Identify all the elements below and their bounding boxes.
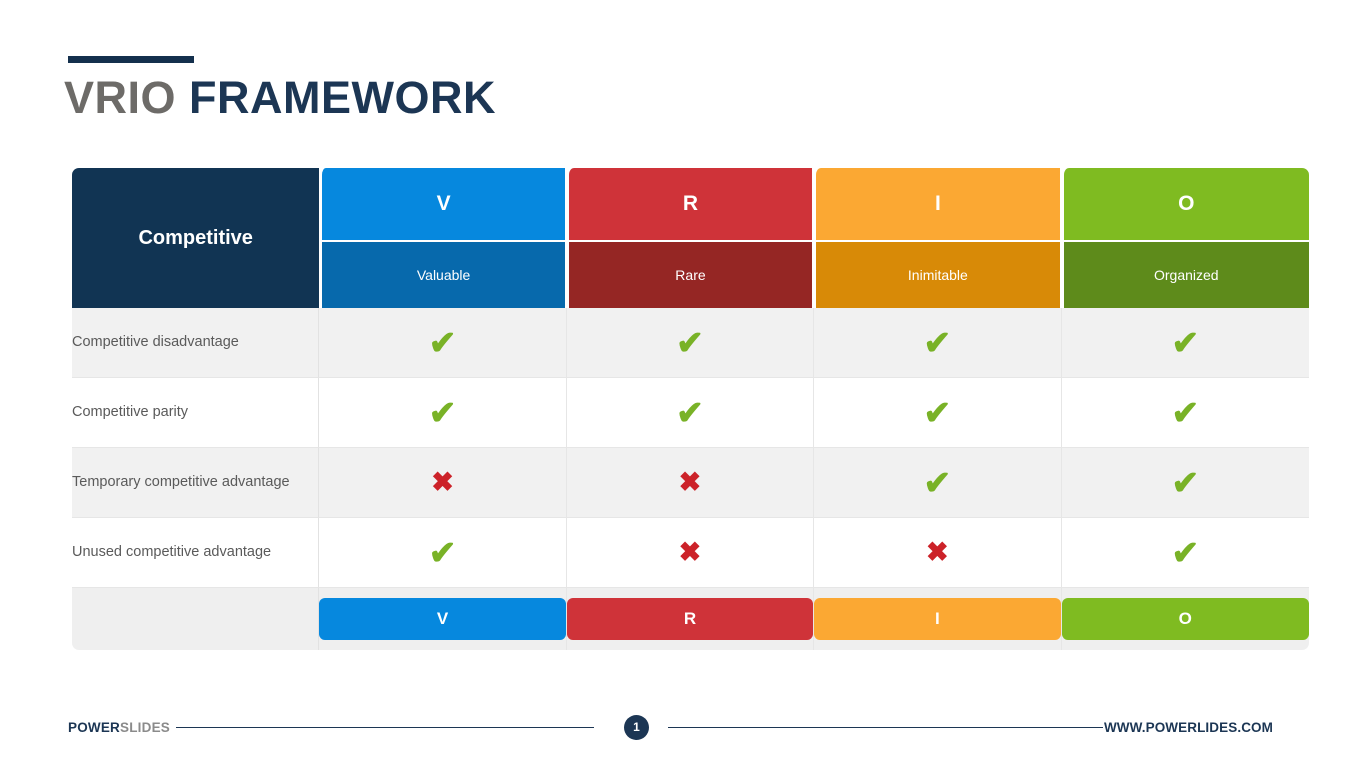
footer-cell-o: O xyxy=(1061,588,1309,650)
footer-divider-left xyxy=(176,727,594,728)
row-label-temporary-competitive-advantage: Temporary competitive advantage xyxy=(72,448,320,518)
cell-r2-c1: ✖ xyxy=(566,448,815,518)
vrio-matrix-table: Competitive V R I O Valuable Rare Inimit… xyxy=(72,168,1309,650)
cell-r0-c2: ✔ xyxy=(814,308,1062,378)
footer-button-v[interactable]: V xyxy=(319,598,566,640)
brand-part-power: POWER xyxy=(68,720,121,735)
title-accent-bar xyxy=(68,56,194,63)
footer-cell-r: R xyxy=(566,588,815,650)
footer-row-empty-label xyxy=(72,588,320,650)
check-icon: ✔ xyxy=(1171,464,1200,501)
column-header-letter-v: V xyxy=(319,168,567,240)
footer-button-i[interactable]: I xyxy=(814,598,1061,640)
cell-r3-c0: ✔ xyxy=(319,518,567,588)
brand-logo: POWERSLIDES xyxy=(68,720,170,735)
column-header-word-organized: Organized xyxy=(1061,240,1309,308)
check-icon: ✔ xyxy=(1171,534,1200,571)
slide: VRIO FRAMEWORK Competitive V R I O Valua… xyxy=(0,0,1365,767)
cross-icon: ✖ xyxy=(678,467,702,497)
check-icon: ✔ xyxy=(1171,394,1200,431)
check-icon: ✔ xyxy=(1171,324,1200,361)
footer-button-o[interactable]: O xyxy=(1061,598,1309,640)
check-icon: ✔ xyxy=(428,324,457,361)
cross-icon: ✖ xyxy=(431,467,454,497)
cell-r1-c0: ✔ xyxy=(319,378,567,448)
page-title: VRIO FRAMEWORK xyxy=(64,72,496,124)
check-icon: ✔ xyxy=(676,394,704,431)
check-icon: ✔ xyxy=(428,534,457,571)
cell-r0-c3: ✔ xyxy=(1061,308,1309,378)
footer-cell-v: V xyxy=(319,588,567,650)
check-icon: ✔ xyxy=(428,394,457,431)
table-row: Competitive disadvantage ✔ ✔ ✔ ✔ xyxy=(72,308,1309,378)
check-icon: ✔ xyxy=(923,464,952,501)
row-label-competitive-disadvantage: Competitive disadvantage xyxy=(72,308,320,378)
cell-r2-c0: ✖ xyxy=(319,448,567,518)
cell-r3-c2: ✖ xyxy=(814,518,1062,588)
column-header-word-inimitable: Inimitable xyxy=(814,240,1062,308)
check-icon: ✔ xyxy=(676,324,704,361)
footer-website-url: WWW.POWERLIDES.COM xyxy=(1103,720,1273,735)
footer-button-row: V R I O xyxy=(72,588,1309,650)
cell-r0-c1: ✔ xyxy=(566,308,815,378)
column-header-word-valuable: Valuable xyxy=(319,240,567,308)
page-number-badge: 1 xyxy=(624,715,649,740)
cross-icon: ✖ xyxy=(678,537,702,567)
cell-r3-c1: ✖ xyxy=(566,518,815,588)
table-row: Temporary competitive advantage ✖ ✖ ✔ ✔ xyxy=(72,448,1309,518)
cell-r2-c2: ✔ xyxy=(814,448,1062,518)
brand-part-slides: SLIDES xyxy=(120,720,170,735)
cell-r0-c0: ✔ xyxy=(319,308,567,378)
cross-icon: ✖ xyxy=(926,537,949,567)
header-row-letters: Competitive V R I O xyxy=(72,168,1309,308)
title-part-vrio: VRIO xyxy=(64,72,177,123)
table-row: Competitive parity ✔ ✔ ✔ ✔ xyxy=(72,378,1309,448)
row-label-unused-competitive-advantage: Unused competitive advantage xyxy=(72,518,320,588)
column-header-word-rare: Rare xyxy=(566,240,815,308)
column-header-letter-i: I xyxy=(814,168,1062,240)
table-row: Unused competitive advantage ✔ ✖ ✖ ✔ xyxy=(72,518,1309,588)
check-icon: ✔ xyxy=(923,394,952,431)
title-part-framework: FRAMEWORK xyxy=(189,72,497,123)
cell-r1-c2: ✔ xyxy=(814,378,1062,448)
footer-button-r[interactable]: R xyxy=(566,598,814,640)
footer-cell-i: I xyxy=(814,588,1062,650)
footer-divider-right xyxy=(668,727,1103,728)
cell-r1-c3: ✔ xyxy=(1061,378,1309,448)
slide-footer: POWERSLIDES 1 WWW.POWERLIDES.COM xyxy=(0,712,1365,746)
column-header-letter-o: O xyxy=(1061,168,1309,240)
column-header-letter-r: R xyxy=(566,168,815,240)
cell-r1-c1: ✔ xyxy=(566,378,815,448)
corner-header-competitive: Competitive xyxy=(72,168,320,308)
cell-r2-c3: ✔ xyxy=(1061,448,1309,518)
check-icon: ✔ xyxy=(923,324,952,361)
row-label-competitive-parity: Competitive parity xyxy=(72,378,320,448)
cell-r3-c3: ✔ xyxy=(1061,518,1309,588)
